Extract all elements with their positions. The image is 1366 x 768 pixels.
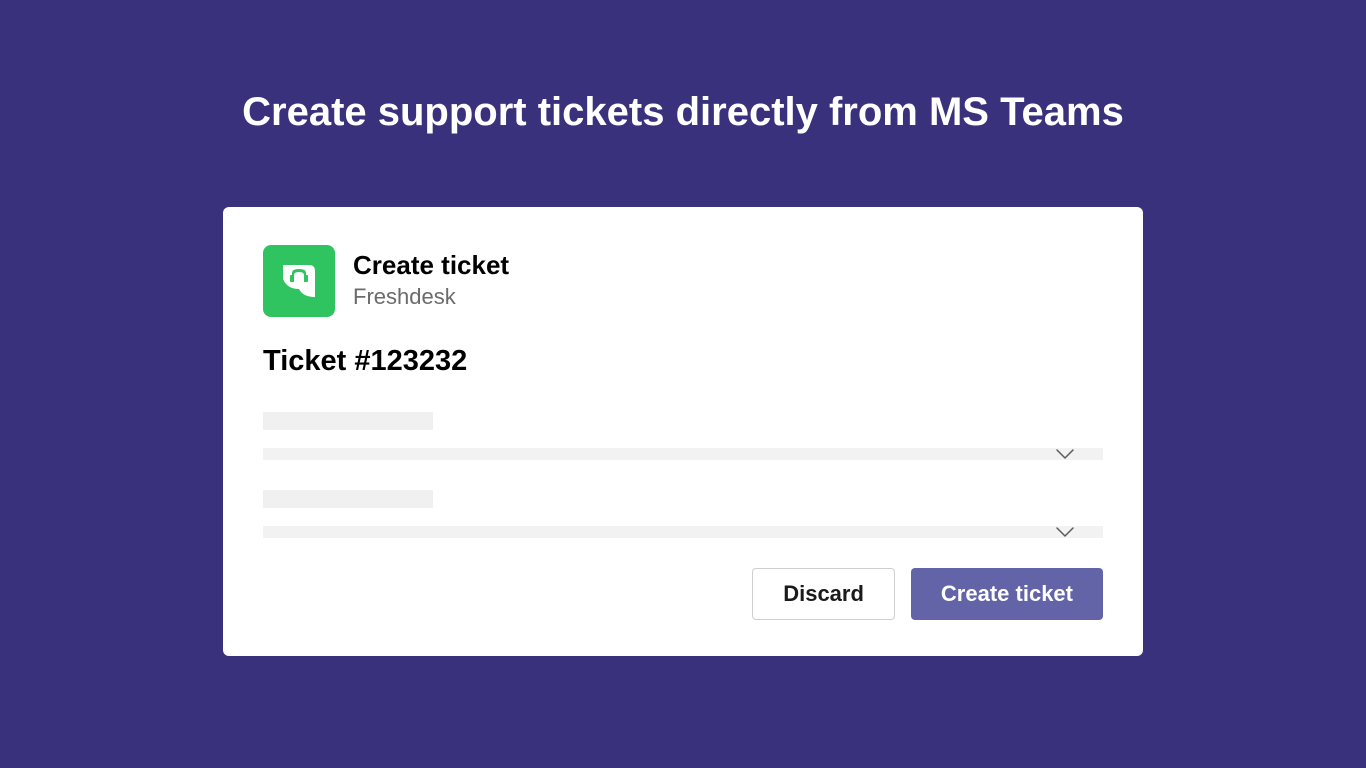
- card-title: Create ticket: [353, 249, 509, 282]
- field-group-1: [263, 412, 1103, 460]
- card-subtitle: Freshdesk: [353, 282, 509, 313]
- field-label-placeholder: [263, 412, 433, 430]
- chevron-down-icon: [1055, 448, 1075, 460]
- header-text: Create ticket Freshdesk: [353, 249, 509, 312]
- discard-button[interactable]: Discard: [752, 568, 895, 620]
- dropdown-field-1[interactable]: [263, 448, 1103, 460]
- create-ticket-card: Create ticket Freshdesk Ticket #123232 D…: [223, 207, 1143, 656]
- field-label-placeholder: [263, 490, 433, 508]
- card-header: Create ticket Freshdesk: [263, 245, 1103, 317]
- page-title: Create support tickets directly from MS …: [242, 90, 1124, 135]
- dropdown-field-2[interactable]: [263, 526, 1103, 538]
- freshdesk-icon: [263, 245, 335, 317]
- create-ticket-button[interactable]: Create ticket: [911, 568, 1103, 620]
- field-group-2: [263, 490, 1103, 538]
- button-row: Discard Create ticket: [263, 568, 1103, 620]
- chevron-down-icon: [1055, 526, 1075, 538]
- ticket-heading: Ticket #123232: [263, 345, 1103, 378]
